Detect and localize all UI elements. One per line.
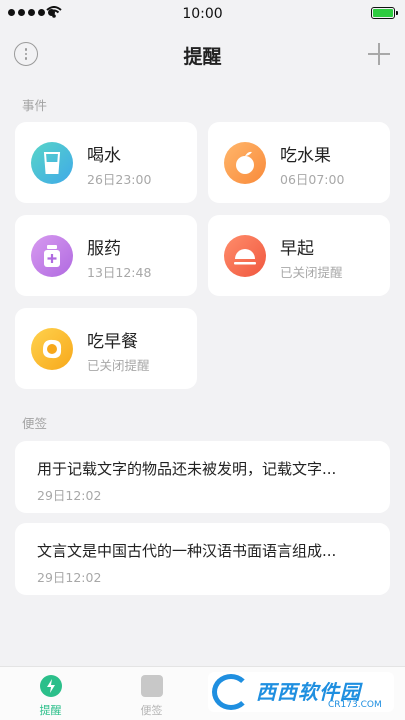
- battery-icon: [371, 7, 398, 19]
- status-time: 10:00: [182, 6, 223, 22]
- tab-label: 便签: [140, 704, 163, 717]
- water-glass-icon: [31, 142, 73, 184]
- orange-fruit-icon: [224, 142, 266, 184]
- fried-egg-icon: [31, 328, 73, 370]
- event-card-take-medicine[interactable]: 服药 13日12:48: [15, 215, 197, 296]
- event-time: 13日12:48: [87, 265, 152, 280]
- note-time: 29日12:02: [37, 570, 102, 585]
- event-card-eat-breakfast[interactable]: 吃早餐 已关闭提醒: [15, 308, 197, 389]
- event-card-drink-water[interactable]: 喝水 26日23:00: [15, 122, 197, 203]
- event-card-wake-early[interactable]: 早起 已关闭提醒: [208, 215, 390, 296]
- event-name: 喝水: [87, 146, 121, 166]
- page-title: 提醒: [183, 46, 222, 68]
- sunrise-icon: [224, 235, 266, 277]
- status-bar: 10:00: [0, 0, 405, 28]
- event-name: 吃早餐: [87, 332, 138, 352]
- note-text: 用于记载文字的物品还未被发明，记载文字...: [37, 460, 337, 478]
- event-time: 26日23:00: [87, 172, 152, 187]
- notes-icon: [141, 675, 163, 697]
- event-time: 06日07:00: [280, 172, 345, 187]
- tab-reminders[interactable]: 提醒: [0, 667, 101, 720]
- tab-label: 提醒: [39, 704, 62, 717]
- note-text: 文言文是中国古代的一种汉语书面语言组成...: [37, 542, 337, 560]
- note-card[interactable]: 用于记载文字的物品还未被发明，记载文字... 29日12:02: [15, 441, 390, 513]
- tab-notes[interactable]: 便签: [101, 667, 202, 720]
- nav-bar: 提醒: [0, 30, 405, 78]
- note-card[interactable]: 文言文是中国古代的一种汉语书面语言组成... 29日12:02: [15, 523, 390, 595]
- note-time: 29日12:02: [37, 488, 102, 503]
- event-name: 服药: [87, 239, 121, 259]
- watermark-logo: 西西软件园 CR173.COM: [208, 672, 394, 712]
- event-time: 已关闭提醒: [280, 265, 343, 280]
- medicine-bottle-icon: [31, 235, 73, 277]
- watermark-url: CR173.COM: [328, 700, 382, 710]
- add-plus-icon[interactable]: [367, 42, 391, 66]
- event-time: 已关闭提醒: [87, 358, 150, 373]
- watermark-logo-icon: [212, 674, 250, 710]
- reminder-lightning-icon: [40, 675, 62, 697]
- notes-section-label: 便签: [22, 416, 48, 431]
- event-name: 早起: [280, 239, 314, 259]
- event-card-eat-fruit[interactable]: 吃水果 06日07:00: [208, 122, 390, 203]
- events-section-label: 事件: [22, 98, 48, 113]
- event-name: 吃水果: [280, 146, 331, 166]
